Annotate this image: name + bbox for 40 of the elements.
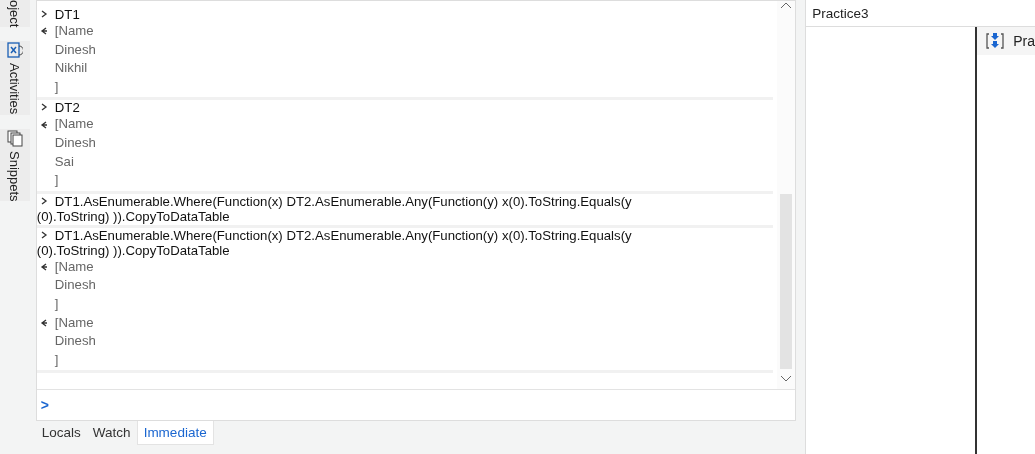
command-text: DT1.AsEnumerable.Where(Function(x) DT2.AsEnumerable.Any(Function(y) x(0).ToString.Equals(y (0).ToString) )).CopyToDataTable [36, 193, 633, 224]
chevron-icon [41, 10, 47, 18]
result-text: ] [54, 171, 60, 190]
prompt-input[interactable]: > [36, 390, 795, 420]
result-text: ] [54, 294, 60, 313]
result-text: Nikhil [54, 59, 89, 78]
side-tab[interactable]: oject [0, 0, 30, 28]
panel-tab[interactable]: Locals [35, 421, 87, 445]
side-tab[interactable]: Activities [0, 41, 30, 115]
result-text: [Name [54, 313, 95, 332]
sequence-icon [985, 32, 1006, 50]
chevron-icon [41, 103, 47, 112]
activities-icon [6, 41, 23, 60]
panel-tab[interactable]: Watch [86, 421, 137, 445]
result-text: [Name [54, 115, 95, 134]
chevron-icon [41, 197, 47, 205]
result-arrow-icon [40, 27, 48, 35]
result-arrow-icon [40, 121, 48, 129]
result-text: Dinesh [54, 40, 97, 59]
result-text: Dinesh [54, 332, 97, 351]
result-text: Dinesh [54, 133, 97, 152]
command-text: DT2 [36, 100, 657, 116]
result-text: [Name [54, 22, 95, 40]
result-arrow-icon [40, 319, 48, 327]
scrollbar-thumb[interactable] [779, 194, 792, 370]
result-text: Dinesh [54, 276, 97, 295]
scroll-up-icon[interactable] [779, 1, 792, 9]
command-text: DT1.AsEnumerable.Where(Function(x) DT2.AsEnumerable.Any(Function(y) x(0).ToString.Equals(y (0).ToString) )).CopyToDataTable [36, 227, 633, 258]
side-tab[interactable]: Snippets [0, 128, 30, 202]
chevron-icon [41, 231, 47, 239]
scroll-down-icon[interactable] [779, 375, 792, 384]
result-text: [Name [54, 258, 95, 276]
command-text: DT1 [36, 7, 657, 22]
panel-tab[interactable]: Immediate [136, 421, 214, 445]
result-arrow-icon [40, 263, 48, 271]
snippets-icon [6, 128, 23, 147]
sequence-item[interactable]: Pra [977, 27, 1035, 55]
result-text: Sai [54, 152, 75, 171]
result-text: ] [54, 77, 60, 96]
result-text: ] [54, 350, 60, 369]
